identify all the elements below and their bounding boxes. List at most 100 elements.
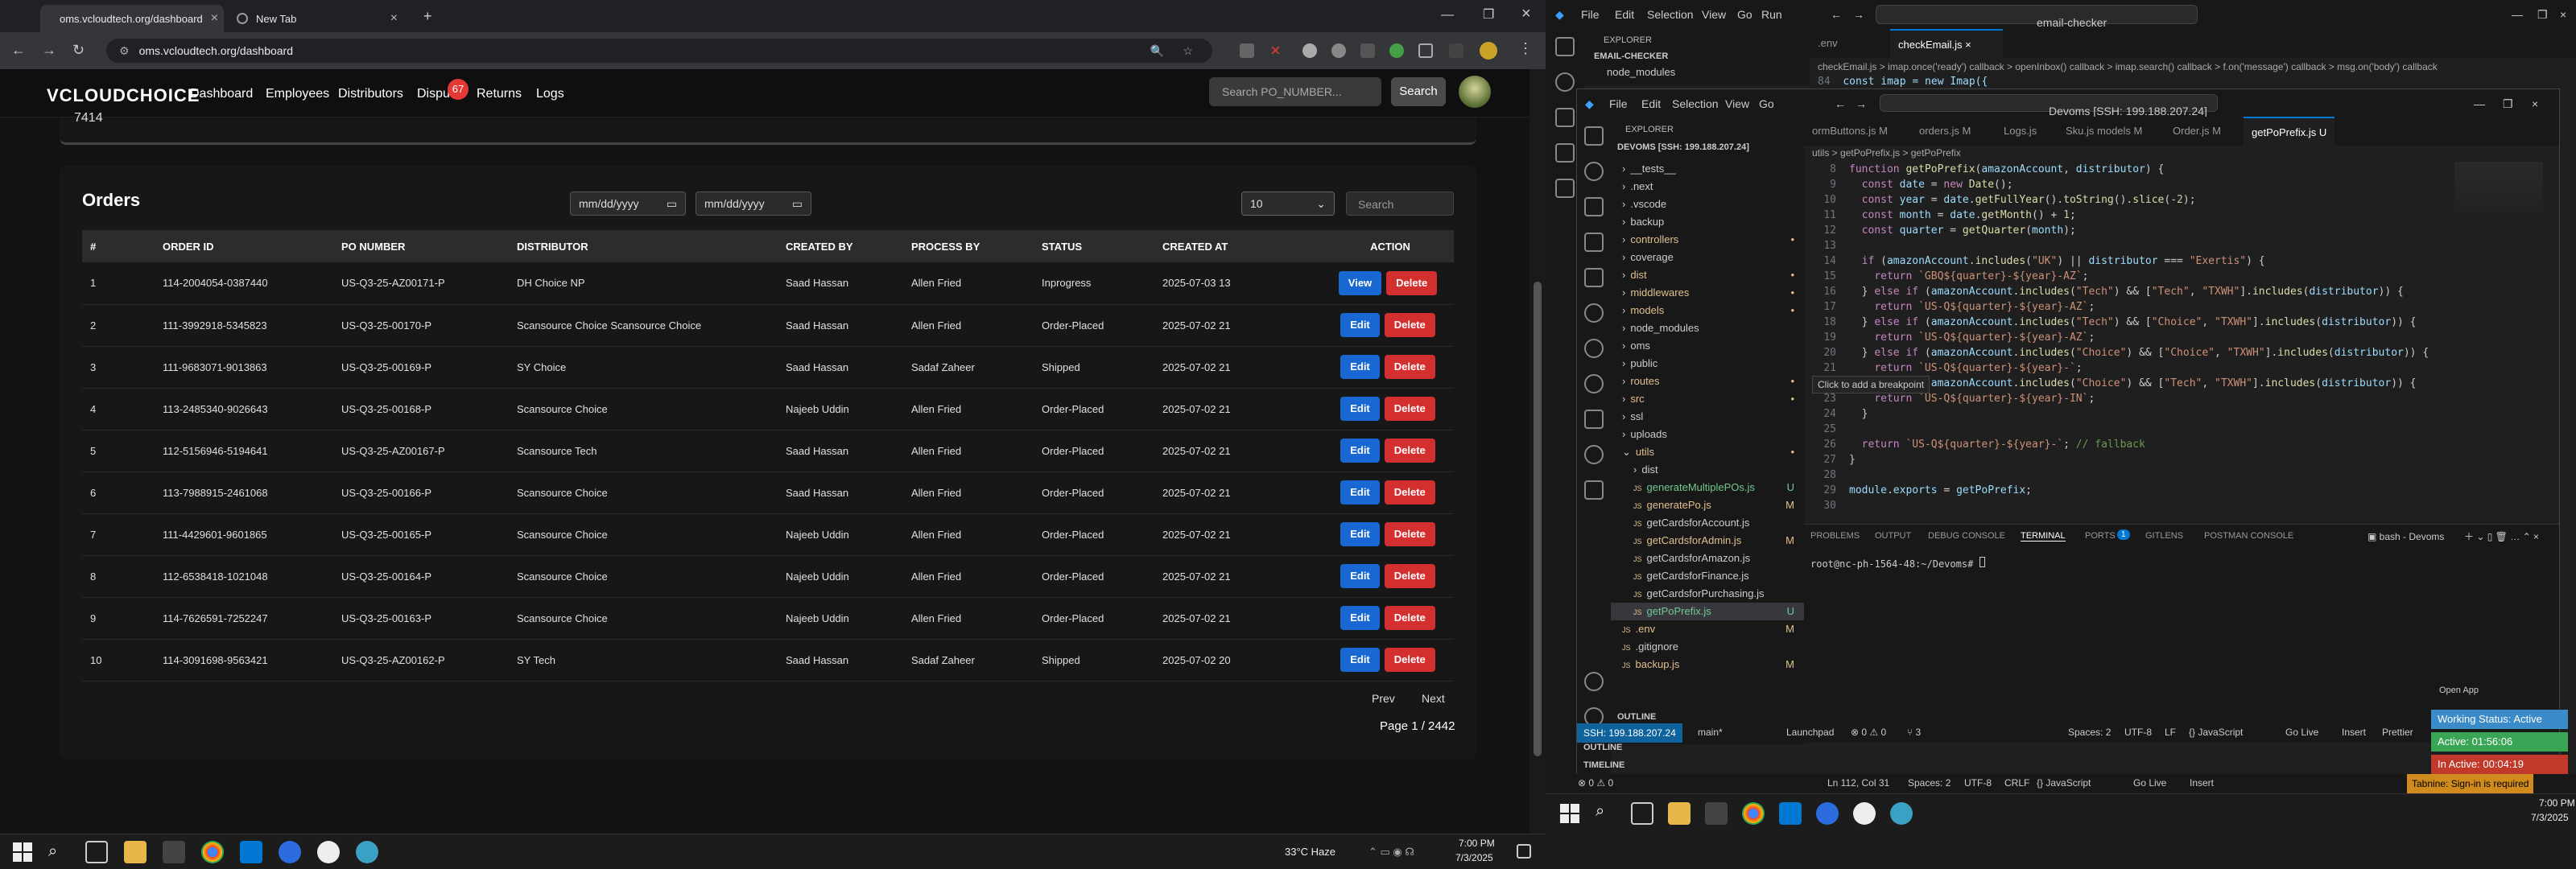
zoom-app-icon[interactable] [279,841,301,863]
go-live[interactable]: Go Live [2133,777,2166,789]
tree-file[interactable]: JS backup.js M [1611,656,1804,673]
store-icon[interactable] [163,841,185,863]
tree-folder[interactable]: › models • [1611,302,1804,319]
indentation[interactable]: Spaces: 2 [2068,727,2111,738]
edit-button[interactable]: Edit [1340,522,1380,546]
weather-text[interactable]: 33°C Haze [1285,846,1335,858]
tree-folder[interactable]: › coverage [1611,249,1804,266]
encoding[interactable]: UTF-8 [2124,727,2152,738]
tree-folder[interactable]: › uploads [1611,426,1804,443]
tree-file[interactable]: JS getCardsforAmazon.js [1611,550,1804,567]
account-icon[interactable] [1584,672,1604,691]
go-live[interactable]: Go Live [2285,727,2318,738]
app-icon[interactable] [317,841,340,863]
menu-selection[interactable]: Selection [1647,8,1694,21]
nav-forward-icon[interactable]: → [1853,8,1864,21]
extension-icon[interactable] [1389,43,1404,58]
view-button[interactable]: View [1338,270,1382,295]
extension-x-icon[interactable]: × [1270,40,1281,61]
menu-file[interactable]: File [1609,97,1628,110]
chrome-icon[interactable] [1742,802,1765,825]
tray-icons[interactable]: ⌃ ▭ ◉ ☊ [1368,846,1414,859]
panel-tab[interactable]: POSTMAN CONSOLE [2204,531,2293,541]
run-debug-icon[interactable] [1584,233,1604,252]
timeline-section-outer[interactable]: TIMELINE [1583,760,1624,770]
edit-button[interactable]: Edit [1340,606,1380,630]
panel-tab[interactable]: PORTS [2085,531,2116,541]
tabnine-status[interactable]: Tabnine: Sign-in is required [2407,774,2534,793]
minimize-icon[interactable]: — [2474,97,2485,110]
close-icon[interactable]: × [390,11,398,26]
nav-dashboard[interactable]: Dashboard [190,87,253,101]
gitlens-icon[interactable] [1584,374,1604,393]
line-ending[interactable]: LF [2165,727,2176,738]
new-tab-icon[interactable]: + [423,8,432,25]
zoom-icon[interactable]: 🔍 [1150,44,1164,58]
panel-tab[interactable]: GITLENS [2145,531,2183,541]
testing-icon[interactable] [1584,339,1604,358]
tree-folder[interactable]: › node_modules [1611,319,1804,337]
tree-folder[interactable]: › middlewares • [1611,284,1804,302]
close-icon[interactable]: × [211,11,218,26]
editor-tab[interactable]: getPoPrefix.js U [2244,117,2335,146]
remote-explorer-icon[interactable] [1584,303,1604,323]
tree-file[interactable]: JS getPoPrefix.js U [1611,603,1804,620]
tree-folder[interactable]: ⌄ utils • [1611,443,1804,461]
code-editor[interactable]: 8 function getPoPrefix(amazonAccount, dis… [1804,162,2448,512]
editor-tab[interactable]: Order.js M [2165,117,2229,146]
next-button[interactable]: Next [1422,692,1445,705]
sidebar-icon[interactable] [1449,43,1463,58]
ports-indicator[interactable]: ⑂ 3 [1907,727,1921,738]
nav-employees[interactable]: Employees [266,87,329,101]
encoding[interactable]: UTF-8 [1964,777,1992,789]
launchpad[interactable]: Launchpad [1786,727,1834,738]
source-control-icon[interactable] [1584,197,1604,216]
extension-icon[interactable] [1331,43,1346,58]
delete-button[interactable]: Delete [1384,522,1435,546]
explorer-root[interactable]: DEVOMS [SSH: 199.188.207.24] [1611,141,1804,160]
tree-folder[interactable]: › oms [1611,337,1804,355]
editor-tab[interactable]: orders.js M [1911,117,1979,146]
delete-button[interactable]: Delete [1384,648,1435,672]
explorer-root[interactable]: EMAIL-CHECKER [1584,45,1810,61]
explorer-icon[interactable] [1555,37,1575,56]
outline-section[interactable]: OUTLINE [1617,712,1656,722]
zoom-app-icon[interactable] [1816,802,1839,825]
tree-folder[interactable]: › dist • [1611,266,1804,284]
python-icon[interactable] [1584,480,1604,500]
shell-select[interactable]: ▣ bash - Devoms [2368,531,2444,542]
restore-icon[interactable]: ❐ [2537,8,2548,22]
delete-button[interactable]: Delete [1386,270,1438,295]
editor-tab[interactable]: ormButtons.js M [1804,117,1896,146]
edit-button[interactable]: Edit [1340,397,1380,421]
tree-folder[interactable]: › .vscode [1611,196,1804,213]
delete-button[interactable]: Delete [1384,606,1435,630]
remote-indicator[interactable]: SSH: 199.188.207.24 [1577,723,1682,743]
tree-file[interactable]: JS .gitignore [1611,638,1804,656]
nav-disputes[interactable]: Disputes [417,87,451,101]
tree-folder[interactable]: › backup [1611,213,1804,231]
tree-file[interactable]: JS getCardsforAdmin.js M [1611,532,1804,550]
close-window-icon[interactable]: × [1521,5,1531,23]
extension-circle-icon[interactable] [1302,43,1317,58]
tab-new-tab[interactable]: New Tab × [225,5,409,32]
delete-button[interactable]: Delete [1384,355,1435,379]
tab-dashboard[interactable]: oms.vcloudtech.org/dashboard × [40,5,224,32]
vcloudchoice-logo[interactable]: VCLOUDCHOICE [47,85,200,106]
editor-tab[interactable]: Logs.js [1996,117,2045,146]
forward-icon[interactable]: → [42,42,56,59]
page-size-select[interactable]: 10 ⌄ [1241,192,1335,216]
editor-breadcrumb[interactable]: utils > getPoPrefix.js > getPoPrefix [1812,147,1961,159]
menu-view[interactable]: View [1725,97,1749,110]
task-view-icon[interactable] [1631,802,1653,825]
terminal-output[interactable]: root@nc-ph-1564-48:~/Devoms# [1810,557,1985,570]
insert-mode[interactable]: Insert [2190,777,2214,789]
tree-file[interactable]: JS getCardsforAccount.js [1611,514,1804,532]
problems-count[interactable]: ⊗ 0 ⚠ 0 [1851,727,1886,738]
vscode-icon[interactable] [1779,802,1802,825]
tree-folder[interactable]: › src • [1611,390,1804,408]
app-icon[interactable] [1890,802,1913,825]
indentation[interactable]: Spaces: 2 [1908,777,1951,789]
delete-button[interactable]: Delete [1384,439,1435,463]
bookmark-star-icon[interactable]: ☆ [1183,44,1193,58]
